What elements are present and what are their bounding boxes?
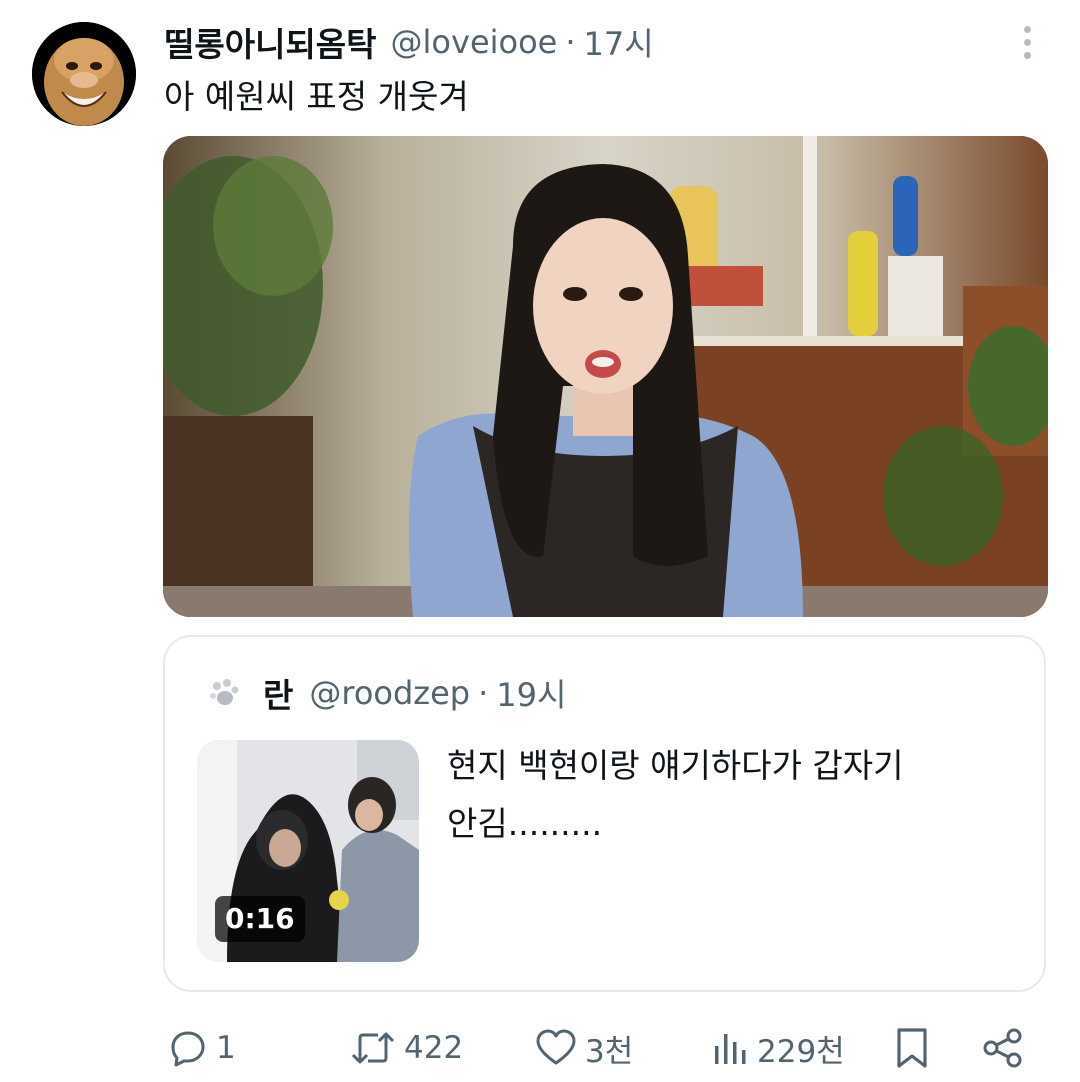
- quoted-text-line-2: 안김.........: [447, 804, 603, 843]
- quoted-text-line-1: 현지 백현이랑 얘기하다가 갑자기: [447, 746, 904, 785]
- share-icon: [983, 1028, 1022, 1068]
- quoted-tweet-text: 현지 백현이랑 얘기하다가 갑자기 안김.........: [447, 737, 1007, 853]
- quoted-video-thumbnail[interactable]: 0:16: [197, 740, 419, 962]
- tweet-action-bar: 1 422 3천 229천: [0, 1018, 1080, 1078]
- reply-button[interactable]: 1: [168, 1018, 236, 1078]
- reply-count: 1: [216, 1030, 236, 1066]
- author-display-name[interactable]: 띨롱아니되옴탁: [164, 18, 377, 66]
- quoted-tweet-header: 란 @roodzep · 19시: [207, 671, 566, 715]
- author-handle[interactable]: @loveiooe: [391, 23, 558, 61]
- header-separator: ·: [565, 23, 576, 61]
- quoted-author-name[interactable]: 란: [263, 669, 293, 717]
- quoted-tweet-timestamp[interactable]: 19시: [496, 670, 566, 716]
- bookmark-button[interactable]: [894, 1018, 930, 1078]
- paw-avatar-icon: [207, 676, 241, 710]
- tweet-timestamp[interactable]: 17시: [584, 19, 654, 65]
- bar-chart-icon: [715, 1034, 746, 1064]
- tweet-text: 아 예원씨 표정 개웃겨: [164, 77, 469, 116]
- quoted-author-handle[interactable]: @roodzep: [309, 674, 470, 712]
- reply-icon: [171, 1031, 205, 1067]
- views-count: 229천: [757, 1033, 845, 1070]
- like-count: 3천: [585, 1033, 634, 1070]
- video-duration-badge: 0:16: [215, 896, 305, 942]
- bookmark-icon: [897, 1028, 927, 1068]
- retweet-button[interactable]: 422: [350, 1018, 463, 1078]
- photo-illustration: [163, 136, 1048, 617]
- share-button[interactable]: [982, 1018, 1024, 1078]
- retweet-count: 422: [404, 1030, 464, 1066]
- tweet-header: 띨롱아니되옴탁 @loveiooe · 17시: [164, 16, 654, 68]
- quoted-header-separator: ·: [478, 674, 489, 712]
- like-button[interactable]: 3천: [535, 1018, 633, 1078]
- heart-icon: [536, 1029, 576, 1065]
- retweet-icon: [351, 1032, 395, 1064]
- monkey-face-icon: [32, 22, 136, 126]
- author-avatar[interactable]: [32, 22, 136, 126]
- more-options-icon[interactable]: [1010, 22, 1044, 62]
- views-button[interactable]: 229천: [713, 1018, 845, 1078]
- quoted-tweet-card[interactable]: 란 @roodzep · 19시 0:16 현지 백현이랑 얘기하다가 갑자기 …: [163, 635, 1046, 992]
- tweet-media-photo[interactable]: [163, 136, 1048, 617]
